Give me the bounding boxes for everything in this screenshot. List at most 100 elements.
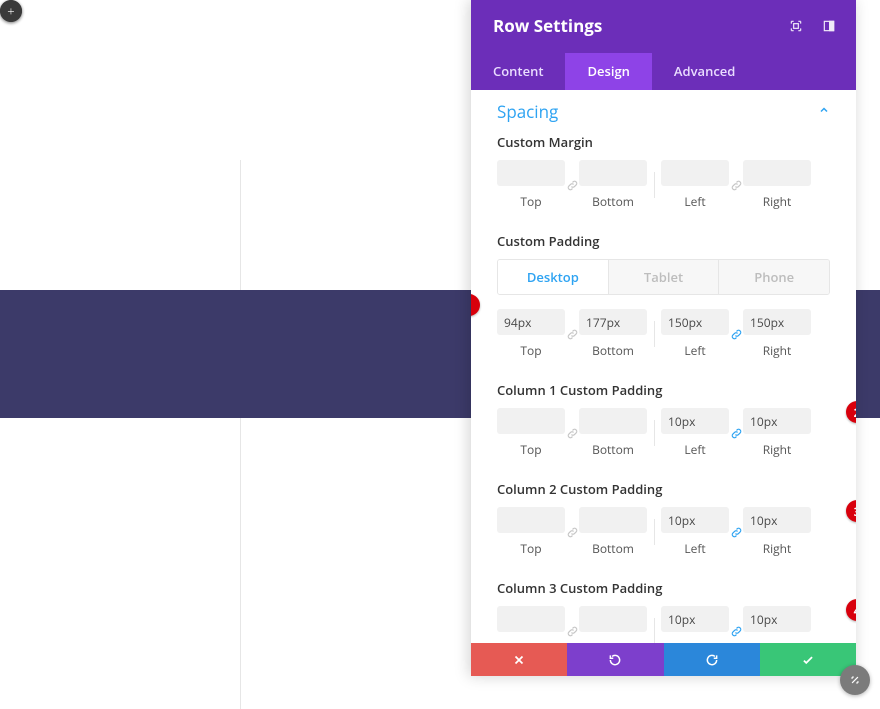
col3_padding-left-input[interactable]	[661, 606, 729, 632]
group-col1_padding: Column 1 Custom PaddingTopBottomLeftRigh…	[471, 377, 856, 476]
cell-top: Top	[497, 309, 565, 359]
col2_padding-right-input[interactable]	[743, 507, 811, 533]
link-top-bottom-icon[interactable]	[565, 321, 579, 347]
resize-handle-icon[interactable]	[840, 665, 870, 695]
custom_margin-top-input[interactable]	[497, 160, 565, 186]
spacing-inputs: TopBottomLeftRight	[497, 408, 830, 458]
sublabel-right: Right	[763, 639, 792, 643]
canvas-column-divider	[240, 160, 241, 709]
custom_padding-left-input[interactable]	[661, 309, 729, 335]
chevron-up-icon	[818, 102, 830, 121]
sublabel-left: Left	[684, 540, 705, 557]
sublabel-right: Right	[763, 193, 792, 210]
custom_padding-top-input[interactable]	[497, 309, 565, 335]
row-settings-panel: Row Settings Content Design Advanced Spa…	[471, 0, 856, 676]
sublabel-bottom: Bottom	[592, 193, 634, 210]
col1_padding-left-input[interactable]	[661, 408, 729, 434]
col1_padding-right-input[interactable]	[743, 408, 811, 434]
col2_padding-top-input[interactable]	[497, 507, 565, 533]
divider-vertical	[647, 618, 661, 643]
snap-right-icon[interactable]	[821, 18, 836, 33]
sublabel-bottom: Bottom	[592, 540, 634, 557]
sublabel-top: Top	[520, 342, 541, 359]
cell-bottom: Bottom	[579, 160, 647, 210]
cell-bottom: Bottom	[579, 408, 647, 458]
spacing-inputs: TopBottomLeftRight	[497, 309, 830, 359]
col3_padding-top-input[interactable]	[497, 606, 565, 632]
device-tab-tablet[interactable]: Tablet	[609, 260, 720, 294]
link-left-right-icon[interactable]	[729, 420, 743, 446]
add-module-button[interactable]: +	[0, 0, 22, 22]
custom_margin-left-input[interactable]	[661, 160, 729, 186]
link-top-bottom-icon[interactable]	[565, 420, 579, 446]
device-tab-phone[interactable]: Phone	[719, 260, 829, 294]
cell-top: Top	[497, 507, 565, 557]
annotation-badge-1: 1	[471, 294, 480, 316]
sublabel-right: Right	[763, 540, 792, 557]
cell-right: Right	[743, 160, 811, 210]
field-label: Column 2 Custom Padding	[497, 480, 830, 498]
custom_margin-right-input[interactable]	[743, 160, 811, 186]
field-label: Custom Margin	[497, 133, 830, 151]
col2_padding-left-input[interactable]	[661, 507, 729, 533]
sublabel-right: Right	[763, 441, 792, 458]
cell-left: Left	[661, 507, 729, 557]
section-spacing-toggle[interactable]: Spacing	[471, 94, 856, 129]
col1_padding-bottom-input[interactable]	[579, 408, 647, 434]
expand-icon[interactable]	[788, 18, 803, 33]
link-top-bottom-icon[interactable]	[565, 618, 579, 643]
panel-header: Row Settings	[471, 0, 856, 53]
panel-footer	[471, 643, 856, 676]
link-top-bottom-icon[interactable]	[565, 172, 579, 198]
sublabel-left: Left	[684, 342, 705, 359]
sublabel-top: Top	[520, 639, 541, 643]
cell-right: Right	[743, 309, 811, 359]
tab-content[interactable]: Content	[471, 53, 565, 90]
device-tabs: DesktopTabletPhone	[497, 259, 830, 295]
field-label: Column 3 Custom Padding	[497, 579, 830, 597]
sublabel-top: Top	[520, 540, 541, 557]
divider-vertical	[647, 420, 661, 446]
device-tab-desktop[interactable]: Desktop	[498, 260, 609, 294]
panel-tabs: Content Design Advanced	[471, 53, 856, 90]
link-left-right-icon[interactable]	[729, 618, 743, 643]
custom_padding-right-input[interactable]	[743, 309, 811, 335]
field-label: Column 1 Custom Padding	[497, 381, 830, 399]
undo-button[interactable]	[567, 643, 663, 676]
divider-vertical	[647, 519, 661, 545]
group-col3_padding: Column 3 Custom Padding Top Bottom Left Righ…	[471, 575, 856, 643]
annotation-badge-2: 2	[846, 401, 856, 423]
custom_margin-bottom-input[interactable]	[579, 160, 647, 186]
cancel-button[interactable]	[471, 643, 567, 676]
link-left-right-icon[interactable]	[729, 321, 743, 347]
sublabel-right: Right	[763, 342, 792, 359]
spacing-inputs: Top Bottom Left Right	[497, 507, 830, 557]
col3_padding-right-input[interactable]	[743, 606, 811, 632]
divider-vertical	[647, 321, 661, 347]
panel-body[interactable]: Spacing Custom MarginTopBottomLeftRightC…	[471, 90, 856, 643]
link-left-right-icon[interactable]	[729, 172, 743, 198]
col1_padding-top-input[interactable]	[497, 408, 565, 434]
sublabel-top: Top	[520, 193, 541, 210]
cell-top: Top	[497, 606, 565, 643]
custom_padding-bottom-input[interactable]	[579, 309, 647, 335]
tab-advanced[interactable]: Advanced	[652, 53, 757, 90]
group-custom_padding: Custom PaddingDesktopTabletPhoneTopBotto…	[471, 228, 856, 377]
sublabel-left: Left	[684, 441, 705, 458]
group-custom_margin: Custom MarginTopBottomLeftRight	[471, 129, 856, 228]
divider-vertical	[647, 172, 661, 198]
redo-button[interactable]	[664, 643, 760, 676]
spacing-inputs: Top Bottom Left Right	[497, 606, 830, 643]
col3_padding-bottom-input[interactable]	[579, 606, 647, 632]
sublabel-left: Left	[684, 639, 705, 643]
annotation-badge-4: 4	[846, 599, 856, 621]
link-left-right-icon[interactable]	[729, 519, 743, 545]
cell-right: Right	[743, 507, 811, 557]
sublabel-bottom: Bottom	[592, 639, 634, 643]
col2_padding-bottom-input[interactable]	[579, 507, 647, 533]
cell-bottom: Bottom	[579, 507, 647, 557]
panel-title: Row Settings	[493, 14, 602, 37]
link-top-bottom-icon[interactable]	[565, 519, 579, 545]
cell-bottom: Bottom	[579, 606, 647, 643]
tab-design[interactable]: Design	[565, 53, 651, 90]
